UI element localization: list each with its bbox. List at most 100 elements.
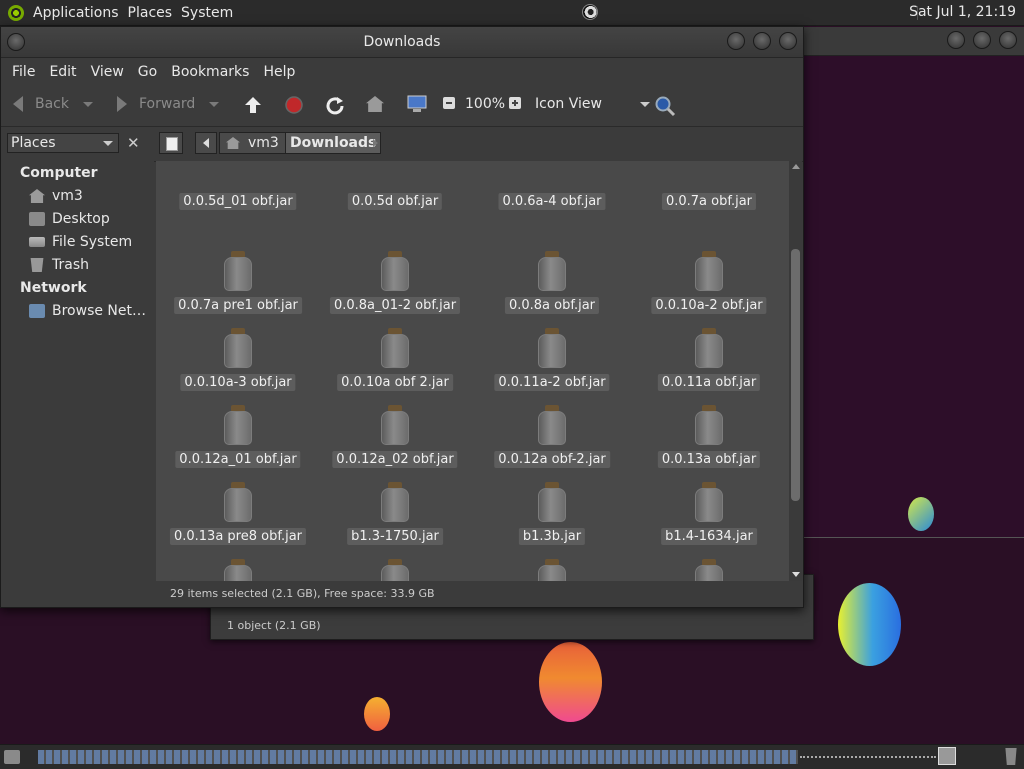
title-bar[interactable]: Downloads xyxy=(1,27,803,58)
sidebar-item-file-system[interactable]: File System xyxy=(29,234,132,250)
menu-go[interactable]: Go xyxy=(138,64,157,80)
file-item[interactable]: 0.0.11a obf.jar xyxy=(634,324,784,394)
jar-file-icon xyxy=(694,328,724,368)
sidebar-item-label: Trash xyxy=(52,257,89,273)
file-item[interactable]: b1.3-1750.jar xyxy=(320,478,470,548)
file-name: 0.0.11a-2 obf.jar xyxy=(494,374,610,391)
zoom-in-button[interactable] xyxy=(509,97,521,109)
file-name: 0.0.12a_01 obf.jar xyxy=(175,451,301,468)
sidebar-item-vm3[interactable]: vm3 xyxy=(29,188,83,204)
file-item[interactable]: 0.0.12a_01 obf.jar xyxy=(163,401,313,471)
back-button[interactable]: Back xyxy=(13,96,93,112)
file-name: 0.0.12a obf-2.jar xyxy=(494,451,610,468)
file-item[interactable]: 0.0.12a_02 obf.jar xyxy=(320,401,470,471)
file-item[interactable]: 0.0.13a obf.jar xyxy=(634,401,784,471)
file-item[interactable]: es-v0.0.2a-2 obf.jar xyxy=(477,555,627,581)
computer-button[interactable] xyxy=(406,94,428,114)
file-name: 0.0.6a-4 obf.jar xyxy=(498,193,606,210)
file-name: 0.0.13a obf.jar xyxy=(657,451,761,468)
menu-help[interactable]: Help xyxy=(263,64,295,80)
scroll-up-icon[interactable] xyxy=(792,164,800,169)
file-item[interactable]: es-v0.0.1a obf.jar xyxy=(320,555,470,581)
close-icon[interactable] xyxy=(779,32,797,50)
home-button[interactable] xyxy=(366,96,384,112)
back-history-icon[interactable] xyxy=(83,101,93,107)
file-item[interactable]: 0.0.10a obf 2.jar xyxy=(320,324,470,394)
zoom-out-button[interactable] xyxy=(443,97,455,109)
maximize-icon[interactable] xyxy=(973,31,991,49)
file-name: 0.0.13a pre8 obf.jar xyxy=(169,528,307,545)
scrollbar-thumb[interactable] xyxy=(791,249,800,501)
close-icon[interactable] xyxy=(999,31,1017,49)
reload-button[interactable] xyxy=(325,95,345,115)
edit-location-button[interactable] xyxy=(159,132,183,154)
workspace-switcher[interactable] xyxy=(938,747,956,765)
tray-app-icon[interactable] xyxy=(582,4,598,20)
menu-places[interactable]: Places xyxy=(128,5,173,21)
trash-icon[interactable] xyxy=(1005,748,1017,765)
bottom-panel xyxy=(0,744,1024,769)
menu-system[interactable]: System xyxy=(181,5,233,21)
breadcrumb-prev-button[interactable] xyxy=(195,132,217,154)
menu-file[interactable]: File xyxy=(12,64,35,80)
file-item[interactable]: 0.0.8a_01-2 obf.jar xyxy=(320,247,470,317)
sidebar-mode-select[interactable]: Places xyxy=(7,133,119,153)
sidebar-item-trash[interactable]: Trash xyxy=(29,257,89,273)
view-mode-select[interactable]: Icon View xyxy=(535,96,650,112)
file-item[interactable]: b1.3b.jar xyxy=(477,478,627,548)
show-desktop-icon[interactable] xyxy=(4,750,20,764)
jar-file-icon xyxy=(223,328,253,368)
forward-label: Forward xyxy=(139,96,196,112)
scroll-down-icon[interactable] xyxy=(792,572,800,577)
menu-edit[interactable]: Edit xyxy=(49,64,76,80)
menu-view[interactable]: View xyxy=(91,64,124,80)
file-item[interactable]: 0.0.11a-2 obf.jar xyxy=(477,324,627,394)
file-item[interactable]: 0.0.12a obf-2.jar xyxy=(477,401,627,471)
sidebar-item-label: Browse Net… xyxy=(52,303,147,319)
file-manager-window: Downloads File Edit View Go Bookmarks He… xyxy=(0,26,804,608)
minimize-icon[interactable] xyxy=(947,31,965,49)
scrollbar[interactable] xyxy=(789,161,802,581)
search-button[interactable] xyxy=(654,95,676,117)
breadcrumb-next-icon[interactable] xyxy=(373,139,378,147)
window-list[interactable] xyxy=(38,750,798,764)
reload-icon xyxy=(326,97,344,115)
jar-file-icon xyxy=(223,251,253,291)
file-item[interactable]: b1.4-1634.jar xyxy=(634,478,784,548)
maximize-icon[interactable] xyxy=(753,32,771,50)
jar-file-icon xyxy=(694,482,724,522)
file-item[interactable]: c0.30_08.jar xyxy=(163,555,313,581)
sidebar-item-desktop[interactable]: Desktop xyxy=(29,211,110,227)
forward-button[interactable]: Forward xyxy=(117,96,220,112)
breadcrumb-downloads[interactable]: Downloads xyxy=(285,132,382,154)
sidebar-item-label: File System xyxy=(52,234,133,250)
stop-button[interactable] xyxy=(284,95,304,115)
file-item[interactable]: 0.0.10a-3 obf.jar xyxy=(163,324,313,394)
jar-file-icon xyxy=(694,405,724,445)
up-button[interactable] xyxy=(243,95,263,115)
sidebar-item-browse-network[interactable]: Browse Net… xyxy=(29,303,146,319)
zoom-level[interactable]: 100% xyxy=(465,96,505,112)
clock[interactable]: Sat Jul 1, 21:19 xyxy=(909,4,1016,20)
sidebar-item-label: Desktop xyxy=(52,211,110,227)
window-title: Downloads xyxy=(363,34,441,50)
file-item[interactable]: 0.0.8a obf.jar xyxy=(477,247,627,317)
app-menu-icon[interactable] xyxy=(8,4,24,21)
file-item[interactable]: es-v0.0.2a obf.jar xyxy=(634,555,784,581)
minimize-icon[interactable] xyxy=(727,32,745,50)
forward-history-icon[interactable] xyxy=(209,101,220,107)
menubar: File Edit View Go Bookmarks Help xyxy=(1,58,803,86)
menu-applications[interactable]: Applications xyxy=(33,5,119,21)
file-name: 0.0.7a obf.jar xyxy=(661,193,757,210)
file-item[interactable]: 0.0.13a pre8 obf.jar xyxy=(163,478,313,548)
close-sidebar-icon[interactable]: ✕ xyxy=(127,134,140,152)
background-window[interactable] xyxy=(800,27,1024,538)
breadcrumb-vm3[interactable]: vm3 xyxy=(219,132,288,154)
forward-arrow-icon xyxy=(117,96,127,112)
file-item[interactable]: 0.0.10a-2 obf.jar xyxy=(634,247,784,317)
menu-bookmarks[interactable]: Bookmarks xyxy=(171,64,249,80)
jar-file-icon xyxy=(380,559,410,581)
file-item[interactable]: 0.0.7a pre1 obf.jar xyxy=(163,247,313,317)
file-view[interactable]: 0.0.5d_01 obf.jar 0.0.5d obf.jar 0.0.6a-4 … xyxy=(156,161,789,581)
status-text: 1 object (2.1 GB) xyxy=(227,619,321,632)
